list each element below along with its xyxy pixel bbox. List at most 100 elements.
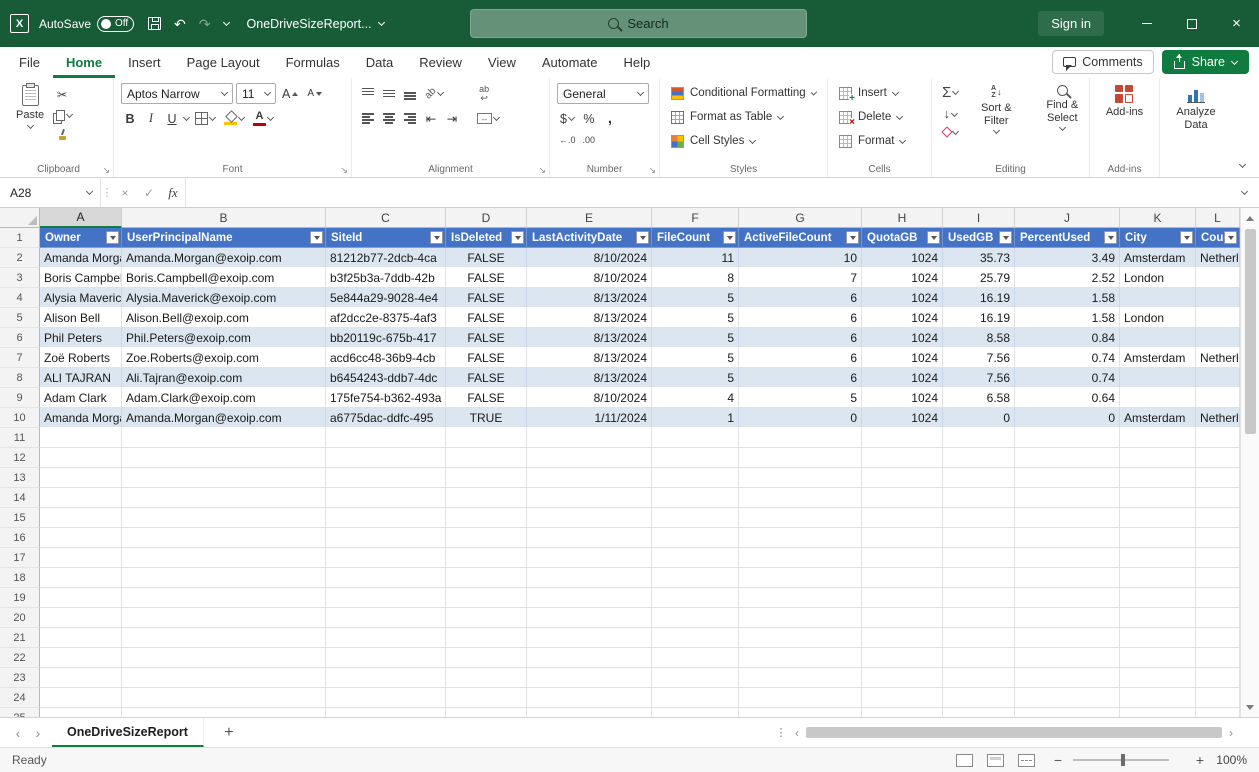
cell-J24[interactable] <box>1015 688 1120 708</box>
cell-E7[interactable]: 8/13/2024 <box>527 348 652 368</box>
cell-J7[interactable]: 0.74 <box>1015 348 1120 368</box>
expand-formula-bar-button[interactable] <box>1229 178 1259 207</box>
cell-B5[interactable]: Alison.Bell@exoip.com <box>122 308 326 328</box>
cell-D10[interactable]: TRUE <box>446 408 527 428</box>
cell-styles-button[interactable]: Cell Styles <box>667 129 820 153</box>
header-cell-C1[interactable]: SiteId <box>326 228 446 248</box>
cell-A18[interactable] <box>40 568 122 588</box>
cell-H18[interactable] <box>862 568 943 588</box>
find-select-button[interactable]: Find & Select <box>1031 81 1093 138</box>
font-color-button[interactable]: A <box>250 109 276 128</box>
alignment-dialog-launcher[interactable]: ↘ <box>538 166 546 175</box>
header-cell-G1[interactable]: ActiveFileCount <box>739 228 862 248</box>
cell-L20[interactable] <box>1196 608 1240 628</box>
cell-L25[interactable] <box>1196 708 1240 717</box>
formula-input[interactable] <box>185 178 1229 207</box>
cell-K4[interactable] <box>1120 288 1196 308</box>
cell-A20[interactable] <box>40 608 122 628</box>
cell-L10[interactable]: Netherlands <box>1196 408 1240 428</box>
zoom-slider[interactable] <box>1073 754 1169 766</box>
cell-B21[interactable] <box>122 628 326 648</box>
cell-B18[interactable] <box>122 568 326 588</box>
cell-D16[interactable] <box>446 528 527 548</box>
increase-font-size-button[interactable]: A <box>279 85 301 103</box>
bold-button[interactable]: B <box>121 110 139 128</box>
cell-J12[interactable] <box>1015 448 1120 468</box>
cell-K15[interactable] <box>1120 508 1196 528</box>
header-cell-J1[interactable]: PercentUsed <box>1015 228 1120 248</box>
cell-J23[interactable] <box>1015 668 1120 688</box>
cell-H16[interactable] <box>862 528 943 548</box>
cell-D8[interactable]: FALSE <box>446 368 527 388</box>
ribbon-tab-page-layout[interactable]: Page Layout <box>174 47 273 78</box>
page-layout-view-button[interactable] <box>987 753 1004 767</box>
cell-F17[interactable] <box>652 548 739 568</box>
cell-D17[interactable] <box>446 548 527 568</box>
vertical-scrollbar[interactable] <box>1240 208 1259 717</box>
cell-H10[interactable]: 1024 <box>862 408 943 428</box>
cell-D20[interactable] <box>446 608 527 628</box>
cell-C15[interactable] <box>326 508 446 528</box>
cell-D11[interactable] <box>446 428 527 448</box>
cell-G8[interactable]: 6 <box>739 368 862 388</box>
cell-L14[interactable] <box>1196 488 1240 508</box>
header-cell-K1[interactable]: City <box>1120 228 1196 248</box>
cell-G23[interactable] <box>739 668 862 688</box>
filter-button-G[interactable] <box>846 231 859 244</box>
cell-F4[interactable]: 5 <box>652 288 739 308</box>
analyze-data-button[interactable]: Analyze Data <box>1167 81 1225 135</box>
cell-B22[interactable] <box>122 648 326 668</box>
column-header-B[interactable]: B <box>122 208 326 228</box>
row-header-18[interactable]: 18 <box>0 568 40 588</box>
row-header-7[interactable]: 7 <box>0 348 40 368</box>
cell-C8[interactable]: b6454243-ddb7-4dc <box>326 368 446 388</box>
middle-align-button[interactable] <box>380 86 398 102</box>
cell-C23[interactable] <box>326 668 446 688</box>
cell-F20[interactable] <box>652 608 739 628</box>
add-ins-button[interactable]: Add-ins <box>1101 81 1148 123</box>
normal-view-button[interactable] <box>956 753 973 767</box>
cell-D24[interactable] <box>446 688 527 708</box>
cell-J2[interactable]: 3.49 <box>1015 248 1120 268</box>
cell-I16[interactable] <box>943 528 1015 548</box>
row-header-20[interactable]: 20 <box>0 608 40 628</box>
cell-H12[interactable] <box>862 448 943 468</box>
column-header-G[interactable]: G <box>739 208 862 228</box>
row-header-4[interactable]: 4 <box>0 288 40 308</box>
cell-J8[interactable]: 0.74 <box>1015 368 1120 388</box>
redo-icon[interactable]: ↷ <box>199 17 211 31</box>
cell-B12[interactable] <box>122 448 326 468</box>
cell-G7[interactable]: 6 <box>739 348 862 368</box>
cell-K5[interactable]: London <box>1120 308 1196 328</box>
cell-E22[interactable] <box>527 648 652 668</box>
cell-L2[interactable]: Netherlands <box>1196 248 1240 268</box>
row-header-14[interactable]: 14 <box>0 488 40 508</box>
row-header-9[interactable]: 9 <box>0 388 40 408</box>
cell-G16[interactable] <box>739 528 862 548</box>
delete-cells-button[interactable]: Delete <box>835 105 924 129</box>
cell-H3[interactable]: 1024 <box>862 268 943 288</box>
cell-I18[interactable] <box>943 568 1015 588</box>
cell-D4[interactable]: FALSE <box>446 288 527 308</box>
cell-B23[interactable] <box>122 668 326 688</box>
page-break-view-button[interactable] <box>1018 753 1035 767</box>
cell-F15[interactable] <box>652 508 739 528</box>
cell-D14[interactable] <box>446 488 527 508</box>
cell-C22[interactable] <box>326 648 446 668</box>
row-header-21[interactable]: 21 <box>0 628 40 648</box>
cell-B15[interactable] <box>122 508 326 528</box>
cell-D3[interactable]: FALSE <box>446 268 527 288</box>
header-cell-B1[interactable]: UserPrincipalName <box>122 228 326 248</box>
cell-I23[interactable] <box>943 668 1015 688</box>
share-button[interactable]: Share <box>1161 50 1249 74</box>
cell-K24[interactable] <box>1120 688 1196 708</box>
cell-C12[interactable] <box>326 448 446 468</box>
cell-J14[interactable] <box>1015 488 1120 508</box>
cell-C25[interactable] <box>326 708 446 717</box>
format-cells-button[interactable]: Format <box>835 129 924 153</box>
cell-A19[interactable] <box>40 588 122 608</box>
cell-H24[interactable] <box>862 688 943 708</box>
header-cell-I1[interactable]: UsedGB <box>943 228 1015 248</box>
row-header-16[interactable]: 16 <box>0 528 40 548</box>
cell-F10[interactable]: 1 <box>652 408 739 428</box>
